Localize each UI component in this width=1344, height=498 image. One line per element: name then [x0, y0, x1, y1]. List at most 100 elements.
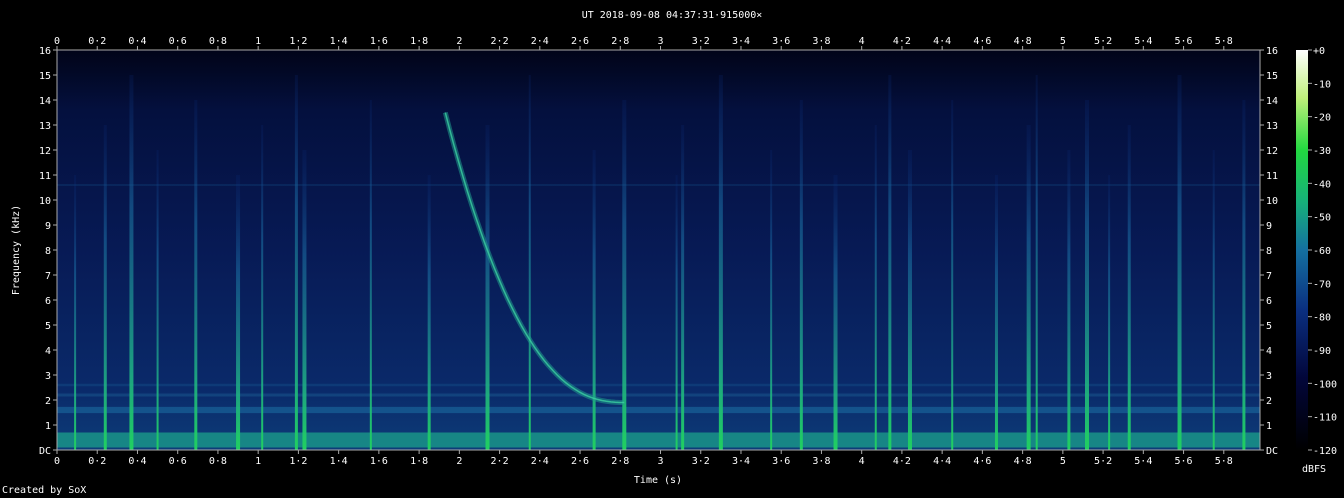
y-tick-label-right: 2: [1266, 396, 1272, 407]
impulse-line: [907, 150, 912, 450]
colorbar-tick-label: -100: [1313, 379, 1337, 390]
x-tick-label-top: 3·6: [772, 36, 790, 47]
impulse-line: [294, 75, 298, 450]
impulse-line: [1084, 100, 1089, 450]
x-tick-label: 2·2: [491, 456, 509, 467]
colorbar-tick-label: -80: [1313, 313, 1331, 324]
x-tick-label-top: 2·4: [531, 36, 549, 47]
impulse-line: [1242, 100, 1246, 450]
colorbar-tick-label: +0: [1313, 46, 1325, 57]
x-tick-label: 5: [1060, 456, 1066, 467]
colorbar-tick-label: -120: [1313, 446, 1337, 457]
y-tick-label-right: 14: [1266, 96, 1278, 107]
y-tick-label: 11: [39, 171, 51, 182]
x-tick-label: 2·6: [571, 456, 589, 467]
y-tick-label: 7: [45, 271, 51, 282]
y-tick-label-right: 9: [1266, 221, 1272, 232]
x-tick-label-top: 0·6: [169, 36, 187, 47]
x-tick-label: 1·6: [370, 456, 388, 467]
y-tick-label-right: 11: [1266, 171, 1278, 182]
x-tick-label-top: 2·2: [491, 36, 509, 47]
impulse-line: [994, 175, 998, 450]
x-tick-label-top: 0·4: [128, 36, 146, 47]
x-tick-label-top: 2·6: [571, 36, 589, 47]
impulse-line: [485, 125, 490, 450]
y-tick-label-right: 4: [1266, 346, 1272, 357]
y-tick-label: DC: [39, 446, 51, 457]
x-tick-label-top: 2: [456, 36, 462, 47]
x-tick-label-top: 4·8: [1014, 36, 1032, 47]
colorbar-tick-label: -40: [1313, 179, 1331, 190]
x-tick-label-top: 3·4: [732, 36, 750, 47]
colorbar-tick-label: -70: [1313, 279, 1331, 290]
impulse-line: [951, 100, 954, 450]
y-tick-label: 12: [39, 146, 51, 157]
x-tick-label: 4·8: [1014, 456, 1032, 467]
x-tick-label: 0·6: [169, 456, 187, 467]
x-tick-label-top: 4: [859, 36, 865, 47]
x-tick-label-top: 1·8: [410, 36, 428, 47]
x-tick-label-top: 3: [657, 36, 663, 47]
impulse-line: [1108, 175, 1111, 450]
x-tick-label: 2·4: [531, 456, 549, 467]
y-tick-label: 4: [45, 346, 51, 357]
x-tick-label: 2·8: [611, 456, 629, 467]
x-tick-label-top: 0·2: [88, 36, 106, 47]
y-tick-label: 14: [39, 96, 51, 107]
x-tick-label: 3·4: [732, 456, 750, 467]
y-tick-label: 6: [45, 296, 51, 307]
x-tick-label: 1: [255, 456, 261, 467]
x-tick-label: 0·8: [209, 456, 227, 467]
colorbar-tick-label: -90: [1313, 346, 1331, 357]
x-tick-label: 0·2: [88, 456, 106, 467]
impulse-line: [302, 150, 307, 450]
x-tick-label: 5·8: [1215, 456, 1233, 467]
impulse-line: [1127, 125, 1131, 450]
impulse-line: [261, 125, 264, 450]
y-tick-label-right: 1: [1266, 421, 1272, 432]
impulse-line: [236, 175, 241, 450]
y-tick-label-right: DC: [1266, 446, 1278, 457]
impulse-line: [888, 75, 892, 450]
x-tick-label: 1·4: [330, 456, 348, 467]
impulse-line: [194, 100, 198, 450]
impulse-line: [369, 100, 372, 450]
impulse-line: [1035, 75, 1038, 450]
impulse-line: [833, 175, 838, 450]
impulse-line: [103, 125, 107, 450]
y-tick-label-right: 15: [1266, 71, 1278, 82]
impulse-line: [129, 75, 134, 450]
x-tick-label-top: 2·8: [611, 36, 629, 47]
y-tick-label: 5: [45, 321, 51, 332]
impulse-line: [528, 75, 531, 450]
x-tick-label: 4·4: [933, 456, 951, 467]
impulse-line: [156, 150, 159, 450]
impulse-line: [718, 75, 723, 450]
colorbar-tick-label: -60: [1313, 246, 1331, 257]
colorbar-tick-label: -20: [1313, 113, 1331, 124]
x-tick-label-top: 5: [1060, 36, 1066, 47]
y-tick-label: 3: [45, 371, 51, 382]
impulse-line: [1212, 150, 1215, 450]
y-tick-label-right: 13: [1266, 121, 1278, 132]
x-tick-label: 5·6: [1175, 456, 1193, 467]
x-tick-label-top: 1·6: [370, 36, 388, 47]
y-tick-label: 1: [45, 421, 51, 432]
x-tick-label: 3: [657, 456, 663, 467]
x-tick-label-top: 5·4: [1134, 36, 1152, 47]
y-tick-label-right: 16: [1266, 46, 1278, 57]
y-tick-label-right: 12: [1266, 146, 1278, 157]
colorbar-tick-label: -50: [1313, 213, 1331, 224]
y-tick-label: 16: [39, 46, 51, 57]
x-tick-label: 4: [859, 456, 865, 467]
x-tick-label-top: 0·8: [209, 36, 227, 47]
y-tick-label-right: 10: [1266, 196, 1278, 207]
y-tick-label-right: 7: [1266, 271, 1272, 282]
y-tick-label-right: 5: [1266, 321, 1272, 332]
x-tick-label: 0·4: [128, 456, 146, 467]
y-tick-label: 9: [45, 221, 51, 232]
x-tick-label-top: 4·2: [893, 36, 911, 47]
x-tick-label: 1·2: [289, 456, 307, 467]
y-tick-label: 2: [45, 396, 51, 407]
impulse-line: [1177, 75, 1182, 450]
